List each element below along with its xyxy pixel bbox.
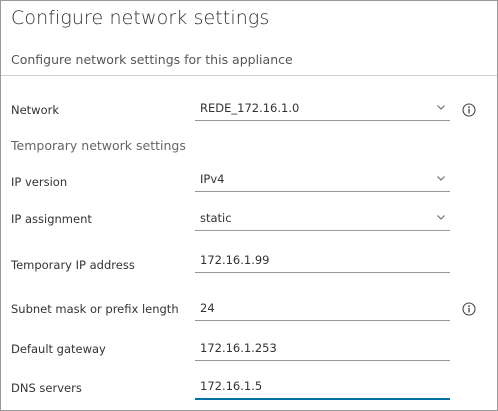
ip-version-select[interactable]: IPv4	[195, 169, 450, 192]
ip-assignment-select-value: static	[200, 211, 232, 225]
subnet-label: Subnet mask or prefix length	[11, 302, 179, 316]
chevron-down-icon	[437, 215, 445, 220]
default-gateway-value: 172.16.1.253	[200, 341, 277, 355]
subnet-value: 24	[200, 301, 215, 315]
header-divider	[1, 75, 497, 76]
ip-assignment-select[interactable]: static	[195, 208, 450, 231]
temporary-ip-input[interactable]: 172.16.1.99	[195, 250, 450, 273]
network-label: Network	[11, 103, 60, 117]
subnet-input[interactable]: 24	[195, 298, 450, 321]
network-select-value: REDE_172.16.1.0	[200, 101, 300, 115]
ip-assignment-label: IP assignment	[11, 212, 92, 226]
chevron-down-icon	[437, 105, 445, 110]
dns-servers-input[interactable]: 172.16.1.5	[195, 376, 450, 400]
info-icon[interactable]	[462, 302, 476, 316]
default-gateway-label: Default gateway	[11, 342, 106, 356]
ip-version-label: IP version	[11, 175, 68, 189]
temporary-ip-label: Temporary IP address	[11, 258, 135, 272]
dns-servers-label: DNS servers	[11, 381, 82, 395]
chevron-down-icon	[437, 176, 445, 181]
default-gateway-input[interactable]: 172.16.1.253	[195, 338, 450, 361]
network-select[interactable]: REDE_172.16.1.0	[195, 98, 450, 121]
dns-servers-value: 172.16.1.5	[200, 379, 263, 393]
temporary-network-section-heading: Temporary network settings	[11, 138, 186, 153]
page-title: Configure network settings	[11, 7, 270, 29]
page-subtitle: Configure network settings for this appl…	[11, 52, 293, 67]
temporary-ip-value: 172.16.1.99	[200, 253, 270, 267]
info-icon[interactable]	[462, 103, 476, 117]
configure-network-panel: Configure network settings Configure net…	[0, 0, 498, 411]
ip-version-select-value: IPv4	[200, 172, 225, 186]
